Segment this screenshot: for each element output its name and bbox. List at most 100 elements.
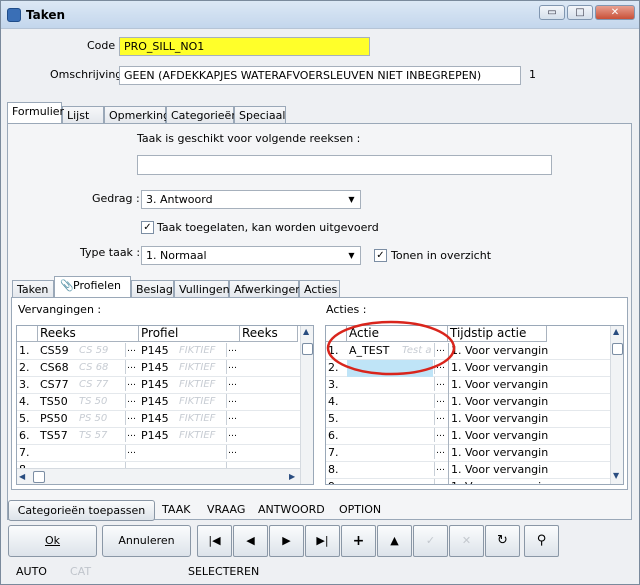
horizontal-scrollbar[interactable]: ◀ ▶ <box>17 468 300 484</box>
lookup-icon[interactable]: … <box>434 394 446 408</box>
lookup-icon[interactable]: … <box>226 377 238 391</box>
table-row[interactable]: 3. …1. Voor vervanging(e <box>326 377 610 394</box>
first-record-icon[interactable]: |◀ <box>197 525 232 557</box>
profiel-cell[interactable]: P145 <box>139 411 177 428</box>
scroll-thumb[interactable] <box>612 343 623 355</box>
previous-record-icon[interactable]: ◀ <box>233 525 268 557</box>
refresh-icon[interactable]: ↻ <box>485 525 520 557</box>
lookup-icon[interactable]: … <box>434 445 446 459</box>
column-reeks-2[interactable]: Reeks <box>240 326 298 342</box>
table-row[interactable]: 5. PS50 PS 50… P145 FIKTIEF… <box>17 411 300 428</box>
scroll-right-icon[interactable]: ▶ <box>289 472 295 481</box>
close-button[interactable]: ✕ <box>595 5 635 20</box>
lookup-icon[interactable]: … <box>226 394 238 408</box>
gedrag-select[interactable]: 3. Antwoord ▼ <box>141 190 361 209</box>
subtab-beslag[interactable]: Beslag <box>131 280 174 298</box>
reeks-cell[interactable]: TS50 <box>38 394 78 411</box>
maximize-button[interactable]: □ <box>567 5 593 20</box>
lookup-icon[interactable]: … <box>434 479 446 484</box>
reeks-cell[interactable]: CS59 <box>38 343 78 360</box>
lookup-icon[interactable]: … <box>125 360 137 374</box>
tijdstip-cell[interactable]: 1. Voor vervanging(e <box>448 360 548 377</box>
table-row[interactable]: 1. CS59 CS 59… P145 FIKTIEF… <box>17 343 300 360</box>
tijdstip-cell[interactable]: 1. Voor vervanging(e <box>448 445 548 462</box>
profiel-cell[interactable]: P145 <box>139 428 177 445</box>
next-record-icon[interactable]: ▶ <box>269 525 304 557</box>
tab-categorieen[interactable]: Categorieën <box>166 106 238 124</box>
column-tijdstip[interactable]: Tijdstip actie <box>448 326 547 342</box>
binoculars-icon[interactable]: ⚲ <box>524 525 559 557</box>
lookup-icon[interactable]: … <box>125 343 137 357</box>
lookup-icon[interactable]: … <box>226 343 238 357</box>
code-field[interactable]: PRO_SILL_NO1 <box>119 37 370 56</box>
table-row[interactable]: 7.…… <box>17 445 300 462</box>
table-row[interactable]: 9. …1. Voor vervanging(e <box>326 479 610 484</box>
lookup-icon[interactable]: … <box>125 411 137 425</box>
table-row[interactable]: 5. …1. Voor vervanging(e <box>326 411 610 428</box>
scroll-down-icon[interactable]: ▼ <box>613 471 619 480</box>
scroll-up-icon[interactable]: ▲ <box>613 327 619 336</box>
profiel-cell[interactable]: P145 <box>139 394 177 411</box>
profiel-cell[interactable] <box>139 445 177 462</box>
table-row[interactable]: 7. …1. Voor vervanging(e <box>326 445 610 462</box>
lookup-icon[interactable]: … <box>226 445 238 459</box>
subtab-profielen[interactable]: 📎 Profielen <box>54 276 131 297</box>
tab-taak[interactable]: TAAK <box>162 503 190 516</box>
lookup-icon[interactable]: … <box>434 428 446 442</box>
omschrijving-field[interactable]: GEEN (AFDEKKAPJES WATERAFVOERSLEUVEN NIE… <box>119 66 521 85</box>
subtab-vullingen[interactable]: Vullingen <box>174 280 230 298</box>
subtab-taken[interactable]: Taken <box>12 280 54 298</box>
subtab-acties[interactable]: Acties <box>299 280 340 298</box>
tijdstip-cell[interactable]: 1. Voor vervanging(e <box>448 462 548 479</box>
reeks-cell[interactable]: CS77 <box>38 377 78 394</box>
reeksen-field[interactable] <box>137 155 552 175</box>
tijdstip-cell[interactable]: 1. Voor vervanging(e <box>448 394 548 411</box>
tijdstip-cell[interactable]: 1. Voor vervanging(e <box>448 411 548 428</box>
chevron-down-icon[interactable]: ▼ <box>344 192 359 207</box>
table-row[interactable]: 4. …1. Voor vervanging(e <box>326 394 610 411</box>
table-row[interactable]: 8. …1. Voor vervanging(e <box>326 462 610 479</box>
table-row[interactable]: 6. …1. Voor vervanging(e <box>326 428 610 445</box>
move-up-icon[interactable]: ▲ <box>377 525 412 557</box>
categorieen-toepassen-button[interactable]: Categorieën toepassen <box>8 500 155 521</box>
scroll-up-icon[interactable]: ▲ <box>303 327 309 336</box>
minimize-button[interactable]: ▭ <box>539 5 565 20</box>
tab-antwoord[interactable]: ANTWOORD <box>258 503 325 516</box>
profiel-cell[interactable]: P145 <box>139 360 177 377</box>
tab-option[interactable]: OPTION <box>339 503 381 516</box>
lookup-icon[interactable]: … <box>125 445 137 459</box>
lookup-icon[interactable]: … <box>434 411 446 425</box>
tijdstip-cell[interactable]: 1. Voor vervanging(e <box>448 377 548 394</box>
tab-lijst[interactable]: Lijst <box>62 106 104 124</box>
toegelaten-checkbox[interactable]: ✓ <box>141 221 154 234</box>
column-profiel[interactable]: Profiel <box>139 326 240 342</box>
profiel-cell[interactable]: P145 <box>139 343 177 360</box>
table-row[interactable]: 2. CS68 CS 68… P145 FIKTIEF… <box>17 360 300 377</box>
column-reeks[interactable]: Reeks <box>38 326 139 342</box>
tijdstip-cell[interactable]: 1. Voor vervanging(e <box>448 479 548 484</box>
reeks-cell[interactable] <box>38 445 78 462</box>
lookup-icon[interactable]: … <box>125 428 137 442</box>
vertical-scrollbar-acties[interactable]: ▲ ▼ <box>610 326 623 484</box>
table-row[interactable]: 6. TS57 TS 57… P145 FIKTIEF… <box>17 428 300 445</box>
type-select[interactable]: 1. Normaal ▼ <box>141 246 361 265</box>
lookup-icon[interactable]: … <box>226 411 238 425</box>
reeks-cell[interactable]: PS50 <box>38 411 78 428</box>
subtab-afwerkingen[interactable]: Afwerkingen <box>229 280 302 298</box>
tab-formulier[interactable]: Formulier <box>7 102 64 123</box>
tonen-checkbox[interactable]: ✓ <box>374 249 387 262</box>
profiel-cell[interactable]: P145 <box>139 377 177 394</box>
tijdstip-cell[interactable]: 1. Voor vervanging(e <box>448 428 548 445</box>
scroll-left-icon[interactable]: ◀ <box>19 472 25 481</box>
tab-opmerking[interactable]: Opmerking <box>104 106 170 124</box>
lookup-icon[interactable]: … <box>125 377 137 391</box>
table-row[interactable]: 3. CS77 CS 77… P145 FIKTIEF… <box>17 377 300 394</box>
vertical-scrollbar[interactable]: ▲ <box>300 326 313 484</box>
last-record-icon[interactable]: ▶| <box>305 525 340 557</box>
lookup-icon[interactable]: … <box>226 360 238 374</box>
chevron-down-icon[interactable]: ▼ <box>344 248 359 263</box>
ok-button[interactable]: Ok <box>8 525 97 557</box>
table-row[interactable]: 4. TS50 TS 50… P145 FIKTIEF… <box>17 394 300 411</box>
lookup-icon[interactable]: … <box>434 377 446 391</box>
scroll-thumb[interactable] <box>302 343 313 355</box>
